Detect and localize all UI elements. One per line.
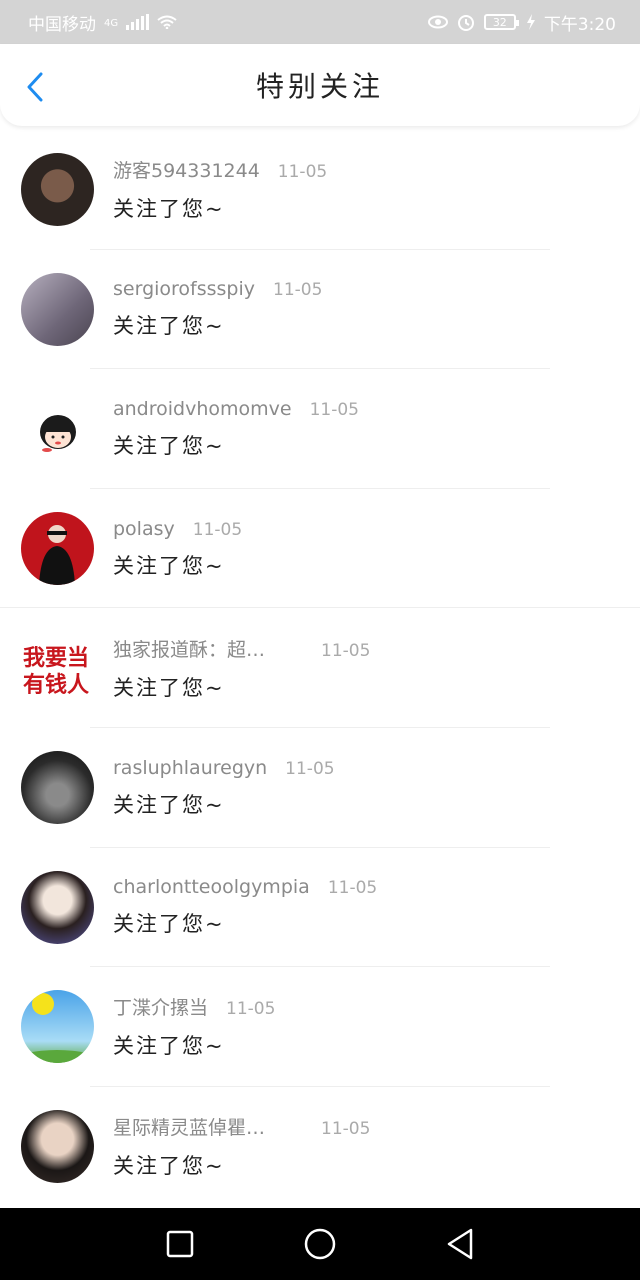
wifi-icon [157, 15, 177, 29]
item-text: 游客594331244 11-05 关注了您~ [113, 156, 327, 223]
svg-text:我要当: 我要当 [23, 646, 89, 671]
battery-level: 32 [492, 15, 507, 29]
avatar[interactable] [21, 392, 94, 466]
page-title: 特别关注 [255, 70, 384, 103]
system-nav-bar [0, 1208, 640, 1280]
action-text: 关注了您~ [113, 1034, 225, 1059]
cartoon-avatar-icon [40, 415, 76, 453]
network-label: 4G [104, 17, 119, 29]
action-text: 关注了您~ [113, 314, 225, 339]
username[interactable]: 独家报道酥：超… [113, 635, 303, 662]
carrier-label: 中国移动 [28, 14, 96, 35]
username[interactable]: 星际精灵蓝倬瞿… [113, 1113, 303, 1140]
follow-list: 游客594331244 11-05 关注了您~ sergiorofssspiy … [0, 130, 640, 1206]
list-item[interactable]: rasluphlauregyn 11-05 关注了您~ [0, 728, 640, 848]
date: 11-05 [321, 1119, 371, 1140]
recents-button[interactable] [160, 1224, 200, 1264]
avatar[interactable] [21, 1110, 94, 1184]
avatar[interactable] [21, 153, 94, 227]
date: 11-05 [277, 162, 328, 183]
item-text: 星际精灵蓝倬瞿… 11-05 关注了您~ [113, 1113, 370, 1180]
list-item[interactable]: androidvhomomve 11-05 关注了您~ [0, 369, 640, 489]
username[interactable]: rasluphlauregyn [113, 757, 267, 779]
action-text: 关注了您~ [113, 912, 225, 937]
meta-line: rasluphlauregyn 11-05 [113, 757, 335, 779]
battery-icon: 32 [483, 14, 519, 30]
person-avatar-icon [39, 525, 75, 586]
meta-line: 星际精灵蓝倬瞿… 11-05 [113, 1113, 370, 1140]
triangle-back-icon [447, 1228, 473, 1260]
avatar[interactable] [21, 990, 94, 1064]
action-text: 关注了您~ [113, 792, 225, 817]
avatar[interactable] [21, 870, 94, 944]
item-text: sergiorofssspiy 11-05 关注了您~ [113, 278, 322, 340]
date: 11-05 [226, 999, 276, 1020]
clock: 下午3:20 [543, 14, 616, 35]
date: 11-05 [327, 878, 378, 899]
meta-line: 丁渫介摞当 11-05 [113, 993, 275, 1020]
status-bar: 中国移动 4G 32 下午3:20 [0, 0, 640, 44]
home-button[interactable] [300, 1224, 340, 1264]
meta-line: polasy 11-05 [113, 518, 242, 540]
list-item[interactable]: sergiorofssspiy 11-05 关注了您~ [0, 250, 640, 370]
square-recents-icon [166, 1230, 194, 1258]
date: 11-05 [309, 399, 359, 420]
item-text: 丁渫介摞当 11-05 关注了您~ [113, 993, 275, 1060]
eye-icon [427, 15, 448, 29]
item-text: polasy 11-05 关注了您~ [113, 518, 242, 580]
list-item[interactable]: 丁渫介摞当 11-05 关注了您~ [0, 967, 640, 1087]
date: 11-05 [321, 640, 371, 661]
action-text: 关注了您~ [113, 197, 225, 222]
item-text: charlontteoolgympia 11-05 关注了您~ [113, 876, 377, 938]
header-bar: 特别关注 [0, 44, 640, 126]
meta-line: 游客594331244 11-05 [113, 156, 327, 183]
username[interactable]: androidvhomomve [113, 398, 292, 420]
status-left: 中国移动 4G [28, 10, 177, 35]
list-item[interactable]: 星际精灵蓝倬瞿… 11-05 关注了您~ [0, 1087, 640, 1207]
action-text: 关注了您~ [113, 675, 225, 700]
meta-line: androidvhomomve 11-05 [113, 398, 359, 420]
svg-text:有钱人: 有钱人 [23, 672, 89, 698]
username[interactable]: polasy [113, 518, 175, 540]
action-text: 关注了您~ [113, 1154, 225, 1179]
username[interactable]: 丁渫介摞当 [113, 993, 208, 1020]
meta-line: 独家报道酥：超… 11-05 [113, 635, 370, 662]
chevron-left-icon [27, 72, 43, 102]
date: 11-05 [285, 758, 335, 779]
meta-line: sergiorofssspiy 11-05 [113, 278, 322, 300]
alarm-icon [457, 15, 474, 31]
charging-icon [526, 14, 535, 30]
list-item[interactable]: polasy 11-05 关注了您~ [0, 489, 640, 609]
action-text: 关注了您~ [113, 553, 225, 578]
date: 11-05 [192, 519, 243, 540]
list-item[interactable]: 我要当 有钱人 独家报道酥：超… 11-05 关注了您~ [0, 608, 640, 728]
sun-landscape-image [21, 993, 94, 1064]
item-text: 独家报道酥：超… 11-05 关注了您~ [113, 635, 370, 702]
date: 11-05 [273, 280, 323, 301]
status-right: 32 下午3:20 [427, 10, 616, 35]
list-item[interactable]: charlontteoolgympia 11-05 关注了您~ [0, 848, 640, 968]
item-text: androidvhomomve 11-05 关注了您~ [113, 398, 359, 460]
meta-line: charlontteoolgympia 11-05 [113, 876, 377, 898]
username[interactable]: 游客594331244 [113, 156, 260, 183]
list-item[interactable]: 游客594331244 11-05 关注了您~ [0, 130, 640, 250]
text-avatar-image: 我要当 有钱人 [23, 646, 89, 698]
username[interactable]: charlontteoolgympia [113, 876, 310, 898]
back-nav-button[interactable] [440, 1224, 480, 1264]
back-button[interactable] [20, 70, 50, 104]
circle-home-icon [304, 1228, 336, 1260]
avatar[interactable] [21, 272, 94, 346]
signal-icon [126, 14, 150, 30]
action-text: 关注了您~ [113, 433, 225, 458]
item-text: rasluphlauregyn 11-05 关注了您~ [113, 757, 335, 819]
avatar[interactable]: 我要当 有钱人 [21, 631, 94, 705]
avatar[interactable] [21, 751, 94, 825]
avatar[interactable] [21, 512, 94, 586]
username[interactable]: sergiorofssspiy [113, 278, 255, 300]
